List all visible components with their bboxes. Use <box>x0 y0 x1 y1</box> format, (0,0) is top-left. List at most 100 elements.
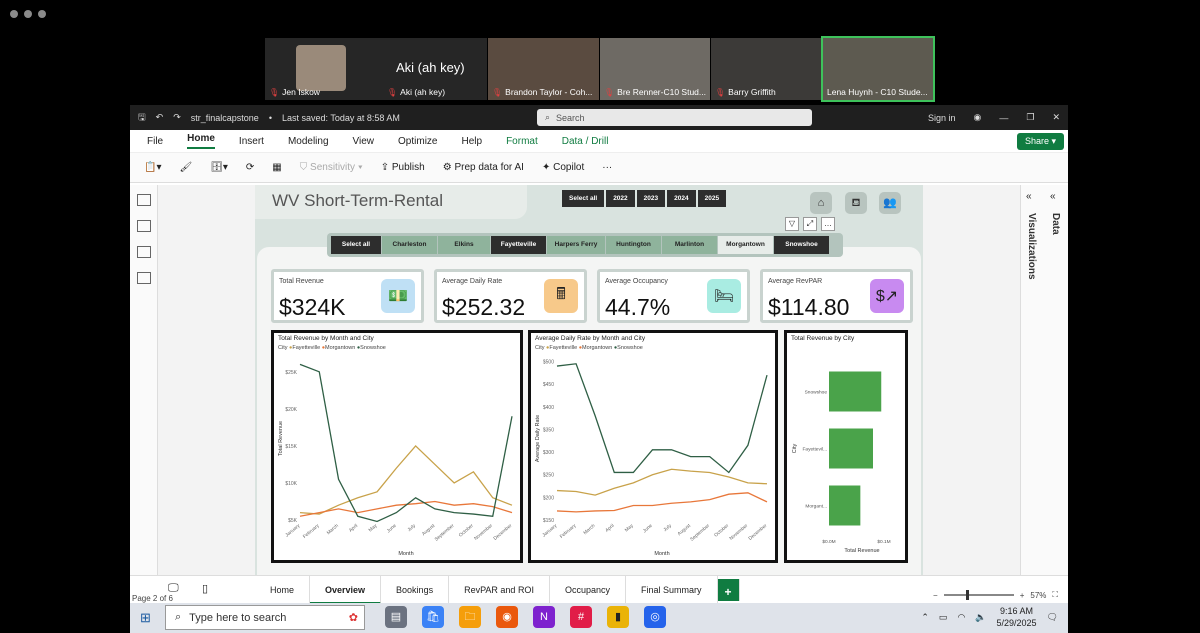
kpi-value: $114.80 <box>768 294 850 320</box>
people-nav-icon[interactable]: 👥 <box>879 192 901 214</box>
more-button[interactable]: ··· <box>602 162 612 173</box>
task-view-icon[interactable]: ▤ <box>385 606 407 628</box>
tab-home[interactable]: Home <box>255 576 311 604</box>
participant-tile[interactable]: 🎙 Barry Griffith <box>711 38 821 100</box>
kpi-card-adr[interactable]: Average Daily Rate $252.32 🖩 <box>434 269 587 323</box>
share-button[interactable]: Share ▾ <box>1016 133 1064 150</box>
participant-tile[interactable]: 🎙 Aki (ah key) <box>383 38 487 100</box>
zoom-slider[interactable] <box>943 590 1014 600</box>
city-option[interactable]: Harpers Ferry <box>547 236 605 254</box>
desktop-view-icon[interactable]: 🖵 <box>168 582 179 595</box>
sign-in-link[interactable]: Sign in <box>928 113 956 123</box>
year-option[interactable]: Select all <box>562 190 605 207</box>
kpi-card-occupancy[interactable]: Average Occupancy 44.7% 🛏 <box>597 269 750 323</box>
powerbi-icon[interactable]: ▮ <box>607 606 629 628</box>
search-box[interactable]: ⌕ Search <box>537 109 812 126</box>
menu-modeling[interactable]: Modeling <box>288 136 329 147</box>
collapse-icon[interactable]: « <box>1026 191 1032 202</box>
account-icon[interactable]: ◉ <box>974 112 982 123</box>
report-view-icon[interactable] <box>137 194 151 206</box>
tab-revpar-roi[interactable]: RevPAR and ROI <box>449 576 550 604</box>
windows-start-icon[interactable]: ⊞ <box>140 610 151 626</box>
menu-view[interactable]: View <box>353 136 375 147</box>
status-bar: Page 2 of 6 🖵 ▯ Home Overview Bookings R… <box>130 575 1068 604</box>
year-option[interactable]: 2024 <box>667 190 696 207</box>
minimize-icon[interactable]: — <box>999 113 1008 123</box>
calculator-icon[interactable]: ▦ <box>272 162 281 173</box>
home-nav-icon[interactable]: ⌂ <box>810 192 832 214</box>
participant-tile[interactable]: 🎙 Brandon Taylor - Coh... <box>488 38 599 100</box>
tab-final-summary[interactable]: Final Summary <box>626 576 718 604</box>
year-option[interactable]: 2022 <box>606 190 635 207</box>
store-icon[interactable]: 🛍 <box>422 606 444 628</box>
mobile-view-icon[interactable]: ▯ <box>202 582 208 595</box>
kpi-card-revpar[interactable]: Average RevPAR $114.80 $↗ <box>760 269 913 323</box>
city-option[interactable]: Charleston <box>382 236 437 254</box>
menu-optimize[interactable]: Optimize <box>398 136 437 147</box>
slack-icon[interactable]: # <box>570 606 592 628</box>
add-page-button[interactable]: + <box>717 579 740 601</box>
format-painter-icon[interactable]: 🖌 <box>179 162 192 173</box>
dax-view-icon[interactable] <box>137 272 151 284</box>
city-option[interactable]: Marlinton <box>662 236 717 254</box>
refresh-icon[interactable]: ⟳ <box>246 162 254 173</box>
model-view-icon[interactable] <box>137 246 151 258</box>
menu-data-drill[interactable]: Data / Drill <box>562 136 609 147</box>
participant-tile[interactable]: 🎙 Bre Renner-C10 Stud... <box>600 38 710 100</box>
city-option[interactable]: Elkins <box>438 236 490 254</box>
zoom-out-button[interactable]: − <box>933 591 938 600</box>
tab-overview[interactable]: Overview <box>310 576 382 604</box>
collapse-icon[interactable]: « <box>1050 191 1056 202</box>
filter-icon[interactable]: ▽ <box>785 217 799 231</box>
prep-data-button[interactable]: ⚙ Prep data for AI <box>443 162 524 173</box>
visualizations-pane[interactable]: Visualizations <box>1026 213 1037 280</box>
firefox-icon[interactable]: ◉ <box>496 606 518 628</box>
wifi-icon[interactable]: ◠ <box>957 612 965 623</box>
close-icon[interactable]: ✕ <box>1052 112 1060 123</box>
clock[interactable]: 9:16 AM 5/29/2025 <box>997 605 1037 629</box>
participant-tile-active[interactable]: Lena Huynh - C10 Stude... <box>821 36 935 102</box>
revenue-line-chart[interactable]: Total Revenue by Month and City City ●Fa… <box>271 330 523 563</box>
notification-icon[interactable]: 🗨 <box>1047 612 1058 623</box>
table-view-icon[interactable] <box>137 220 151 232</box>
fit-page-icon[interactable]: ⛶ <box>1052 590 1058 600</box>
city-option[interactable]: Fayetteville <box>491 236 546 254</box>
paste-icon[interactable]: 📋▾ <box>144 162 161 173</box>
copilot-button[interactable]: ✦ Copilot <box>542 162 584 173</box>
file-explorer-icon[interactable]: 🗀 <box>459 606 481 628</box>
get-data-icon[interactable]: 🗄▾ <box>210 162 228 173</box>
city-option[interactable]: Select all <box>331 236 381 254</box>
redo-icon[interactable]: ↷ <box>173 112 181 123</box>
volume-icon[interactable]: 🔈 <box>975 612 986 623</box>
year-option[interactable]: 2023 <box>636 190 666 207</box>
publish-button[interactable]: ⇪ Publish <box>381 162 425 173</box>
battery-icon[interactable]: ▭ <box>939 612 948 623</box>
city-option[interactable]: Snowshoe <box>774 236 829 254</box>
basket-nav-icon[interactable]: ⛾ <box>845 192 867 214</box>
sensitivity-button[interactable]: ⛉ Sensitivity ▾ <box>300 162 363 173</box>
menu-home[interactable]: Home <box>187 133 215 149</box>
zoom-in-button[interactable]: + <box>1020 591 1025 600</box>
tab-bookings[interactable]: Bookings <box>381 576 450 604</box>
menu-help[interactable]: Help <box>461 136 482 147</box>
menu-format[interactable]: Format <box>506 136 538 147</box>
city-option[interactable]: Morgantown <box>718 236 773 254</box>
chevron-up-icon[interactable]: ⌃ <box>921 612 929 623</box>
taskbar-search[interactable]: ⌕ Type here to search ✿ <box>165 605 365 630</box>
restore-icon[interactable]: ❐ <box>1026 112 1034 123</box>
zoom-app-icon[interactable]: ◎ <box>644 606 666 628</box>
data-pane[interactable]: Data <box>1050 213 1061 235</box>
focus-mode-icon[interactable]: ⤢ <box>803 217 817 231</box>
onenote-icon[interactable]: N <box>533 606 555 628</box>
save-icon[interactable]: 🖫 <box>138 110 146 126</box>
menu-file[interactable]: File <box>147 136 163 147</box>
tab-occupancy[interactable]: Occupancy <box>550 576 626 604</box>
undo-icon[interactable]: ↶ <box>156 112 164 123</box>
revenue-by-city-bar-chart[interactable]: Total Revenue by City Snowshoe Fayettevil… <box>784 330 908 563</box>
menu-insert[interactable]: Insert <box>239 136 264 147</box>
adr-line-chart[interactable]: Average Daily Rate by Month and City Cit… <box>528 330 778 563</box>
more-options-icon[interactable]: … <box>821 217 835 231</box>
year-option[interactable]: 2025 <box>697 190 727 207</box>
city-option[interactable]: Huntington <box>606 236 661 254</box>
kpi-card-total-revenue[interactable]: Total Revenue $324K 💵 <box>271 269 424 323</box>
